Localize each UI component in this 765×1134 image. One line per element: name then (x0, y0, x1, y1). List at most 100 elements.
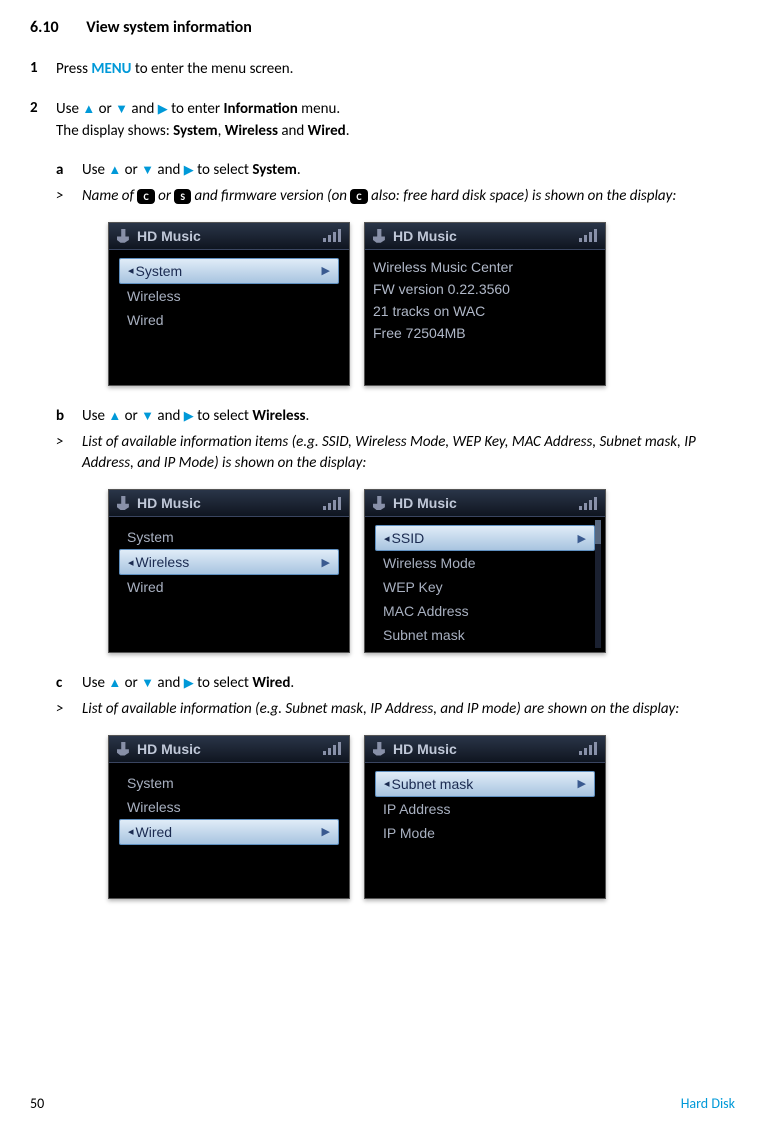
section-header: 6.10 View system information (30, 18, 735, 37)
menu-item[interactable]: IP Address (375, 797, 595, 821)
music-note-icon (117, 496, 131, 510)
signal-icon (579, 742, 597, 755)
section-title: View system information (86, 18, 252, 37)
menu-item[interactable]: Wireless (119, 284, 339, 308)
chevron-left-icon: ◂ (384, 777, 390, 790)
step-body: Press MENU to enter the menu screen. (56, 59, 735, 81)
music-note-icon (373, 229, 387, 243)
nav-down-icon (115, 100, 128, 118)
screen-b-left: HD Music System◂Wireless▶Wired (108, 489, 350, 653)
menu-item-label: System (127, 775, 331, 791)
music-note-icon (373, 742, 387, 756)
page-number: 50 (30, 1095, 44, 1112)
chevron-right-icon: ▶ (322, 825, 330, 838)
info-line: Wireless Music Center (367, 256, 603, 278)
nav-down-icon (141, 161, 154, 179)
menu-item[interactable]: IP Address (375, 647, 595, 653)
nav-right-icon (184, 161, 194, 179)
info-line: Free 72504MB (367, 322, 603, 344)
substep-b: b Use or and to select Wireless. (56, 406, 735, 428)
chevron-left-icon: ◂ (128, 264, 134, 277)
menu-item[interactable]: IP Mode (375, 821, 595, 845)
screens-a: HD Music ◂System▶ Wireless Wired HD Music … (108, 222, 735, 386)
chevron-left-icon: ◂ (384, 532, 390, 545)
nav-up-icon (108, 407, 121, 425)
scrollbar (595, 520, 601, 648)
screen-b-right: HD Music ◂SSID▶Wireless ModeWEP KeyMAC A… (364, 489, 606, 653)
substep-a-result: > Name of C or S and firmware version (o… (56, 186, 735, 208)
menu-key: MENU (91, 60, 131, 78)
screen-header: HD Music (109, 223, 349, 250)
signal-icon (579, 497, 597, 510)
nav-right-icon (158, 100, 168, 118)
screens-b: HD Music System◂Wireless▶Wired HD Music … (108, 489, 735, 653)
menu-item[interactable]: Subnet mask (375, 623, 595, 647)
page-footer: 50 Hard Disk (30, 1095, 735, 1112)
menu-item-label: Wired (127, 579, 331, 595)
nav-right-icon (184, 674, 194, 692)
step-number: 2 (30, 99, 56, 143)
menu-item-label: Subnet mask (383, 627, 587, 643)
nav-up-icon (108, 674, 121, 692)
step-1: 1 Press MENU to enter the menu screen. (30, 59, 735, 81)
menu-item-label: IP Mode (383, 825, 587, 841)
menu-item-label: MAC Address (383, 603, 587, 619)
menu-item-label: Wireless Mode (383, 555, 587, 571)
menu-item[interactable]: ◂SSID▶ (375, 525, 595, 551)
menu-item[interactable]: Wired (119, 575, 339, 599)
footer-label: Hard Disk (681, 1095, 735, 1112)
nav-down-icon (141, 674, 154, 692)
menu-item-label: Wireless (127, 288, 331, 304)
menu-item-label: Wired (136, 824, 322, 840)
section-number: 6.10 (30, 18, 59, 37)
chevron-right-icon: ▶ (322, 264, 330, 277)
substep-c: c Use or and to select Wired. (56, 673, 735, 695)
menu-item[interactable]: System (119, 525, 339, 549)
screen-header: HD Music (365, 223, 605, 250)
screen-a-left: HD Music ◂System▶ Wireless Wired (108, 222, 350, 386)
screen-header: HD Music (365, 736, 605, 763)
menu-item[interactable]: ◂Wireless▶ (119, 549, 339, 575)
menu-item[interactable]: ◂Wired▶ (119, 819, 339, 845)
substep-a: a Use or and to select System. (56, 160, 735, 182)
nav-right-icon (184, 407, 194, 425)
menu-item[interactable]: Wireless Mode (375, 551, 595, 575)
signal-icon (579, 229, 597, 242)
menu-item[interactable]: Wireless (119, 795, 339, 819)
result-marker: > (56, 432, 82, 476)
screens-c: HD Music SystemWireless◂Wired▶ HD Music … (108, 735, 735, 899)
menu-item[interactable]: WEP Key (375, 575, 595, 599)
chevron-right-icon: ▶ (578, 777, 586, 790)
menu-item-label: IP Address (383, 651, 587, 653)
chevron-left-icon: ◂ (128, 556, 134, 569)
screen-c-left: HD Music SystemWireless◂Wired▶ (108, 735, 350, 899)
screen-header: HD Music (109, 490, 349, 517)
music-note-icon (117, 742, 131, 756)
nav-down-icon (141, 407, 154, 425)
signal-icon (323, 742, 341, 755)
substep-c-result: > List of available information (e.g. Su… (56, 699, 735, 721)
menu-item-label: Wireless (136, 554, 322, 570)
menu-item-label: Wired (127, 312, 331, 328)
menu-item-label: System (136, 263, 322, 279)
signal-icon (323, 229, 341, 242)
screen-c-right: HD Music ◂Subnet mask▶IP Address IP Mode (364, 735, 606, 899)
step-body: Use or and to enter Information menu. Th… (56, 99, 735, 143)
menu-item[interactable]: ◂Subnet mask▶ (375, 771, 595, 797)
info-line: 21 tracks on WAC (367, 300, 603, 322)
chevron-right-icon: ▶ (322, 556, 330, 569)
step-number: 1 (30, 59, 56, 81)
menu-item-label: Wireless (127, 799, 331, 815)
result-marker: > (56, 186, 82, 208)
menu-item[interactable]: MAC Address (375, 599, 595, 623)
menu-item[interactable]: ◂System▶ (119, 258, 339, 284)
menu-item-label: SSID (392, 530, 578, 546)
menu-item-label: WEP Key (383, 579, 587, 595)
nav-up-icon (108, 161, 121, 179)
substep-marker: c (56, 673, 82, 695)
music-note-icon (117, 229, 131, 243)
menu-item[interactable]: Wired (119, 308, 339, 332)
menu-item[interactable]: System (119, 771, 339, 795)
substep-marker: b (56, 406, 82, 428)
badge-c: C (350, 189, 367, 204)
